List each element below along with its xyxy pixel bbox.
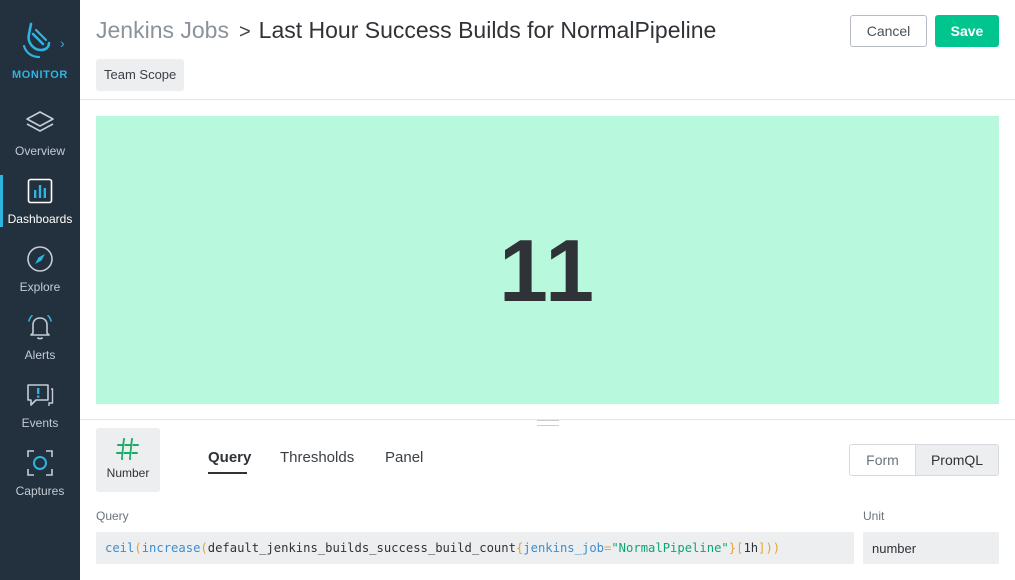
unit-field-label: Unit	[863, 509, 885, 523]
sidebar-item-label: Dashboards	[7, 212, 73, 226]
promql-query-input[interactable]: ceil(increase(default_jenkins_builds_suc…	[96, 532, 854, 564]
sidebar: › MONITOR Overview Dashboards Explore Al…	[0, 0, 80, 580]
sidebar-item-overview[interactable]: Overview	[0, 108, 80, 168]
brand[interactable]: › MONITOR	[0, 18, 80, 88]
brand-label: MONITOR	[12, 69, 68, 81]
save-button[interactable]: Save	[935, 15, 999, 47]
cancel-button[interactable]: Cancel	[850, 15, 927, 47]
compass-icon	[27, 246, 53, 272]
app-root: › MONITOR Overview Dashboards Explore Al…	[0, 0, 1015, 580]
monitor-logo-icon	[22, 22, 51, 59]
query-paren: (	[134, 541, 142, 555]
page-title: Last Hour Success Builds for NormalPipel…	[258, 17, 717, 43]
panel-preview-area: 11	[80, 101, 1015, 419]
sidebar-item-explore[interactable]: Explore	[0, 244, 80, 304]
expand-chevron-icon[interactable]: ›	[60, 36, 65, 50]
capture-icon	[27, 450, 53, 476]
tab-query[interactable]: Query	[208, 449, 251, 466]
chat-alert-icon	[27, 384, 54, 406]
tab-thresholds[interactable]: Thresholds	[280, 449, 354, 466]
breadcrumb-separator: >	[238, 21, 251, 43]
sidebar-item-dashboards[interactable]: Dashboards	[0, 176, 80, 236]
sidebar-item-events[interactable]: Events	[0, 380, 80, 440]
query-paren: (	[200, 541, 208, 555]
query-paren: ]))	[758, 541, 781, 555]
panel-value: 11	[498, 221, 597, 320]
query-range: 1h	[743, 541, 759, 555]
breadcrumb-parent-link[interactable]: Jenkins Jobs	[96, 17, 229, 43]
sidebar-item-label: Events	[21, 416, 59, 430]
resize-handle[interactable]	[537, 420, 559, 426]
query-fn-ceil: ceil	[105, 541, 135, 555]
query-mode-toggle: Form PromQL	[849, 444, 999, 476]
team-scope-chip[interactable]: Team Scope	[96, 59, 185, 91]
query-metric: default_jenkins_builds_success_build_cou…	[207, 541, 516, 555]
tab-panel[interactable]: Panel	[385, 449, 423, 466]
query-fn-increase: increase	[141, 541, 201, 555]
query-label-key: jenkins_job	[523, 541, 604, 555]
hash-icon	[116, 438, 139, 460]
breadcrumb: Jenkins Jobs > Last Hour Success Builds fo…	[96, 17, 716, 44]
sidebar-item-captures[interactable]: Captures	[0, 448, 80, 508]
sidebar-item-label: Overview	[14, 144, 65, 158]
bell-icon	[28, 315, 52, 340]
layers-icon	[26, 111, 54, 132]
query-brace: }[	[728, 541, 744, 555]
unit-input[interactable]	[863, 532, 999, 564]
sidebar-item-label: Explore	[19, 280, 61, 294]
query-field-label: Query	[96, 509, 129, 523]
viz-type-label: Number	[106, 466, 150, 480]
mode-form-button[interactable]: Form	[850, 445, 916, 475]
sidebar-item-label: Captures	[15, 484, 65, 498]
number-panel: 11	[96, 116, 999, 404]
bar-chart-icon	[27, 178, 53, 204]
mode-promql-button[interactable]: PromQL	[916, 445, 998, 475]
page-header: Jenkins Jobs > Last Hour Success Builds fo…	[80, 0, 1015, 100]
query-label-value: "NormalPipeline"	[611, 541, 729, 555]
active-tab-underline	[208, 472, 247, 474]
sidebar-item-alerts[interactable]: Alerts	[0, 312, 80, 372]
viz-type-number-button[interactable]: Number	[96, 428, 160, 492]
sidebar-item-label: Alerts	[24, 348, 56, 362]
